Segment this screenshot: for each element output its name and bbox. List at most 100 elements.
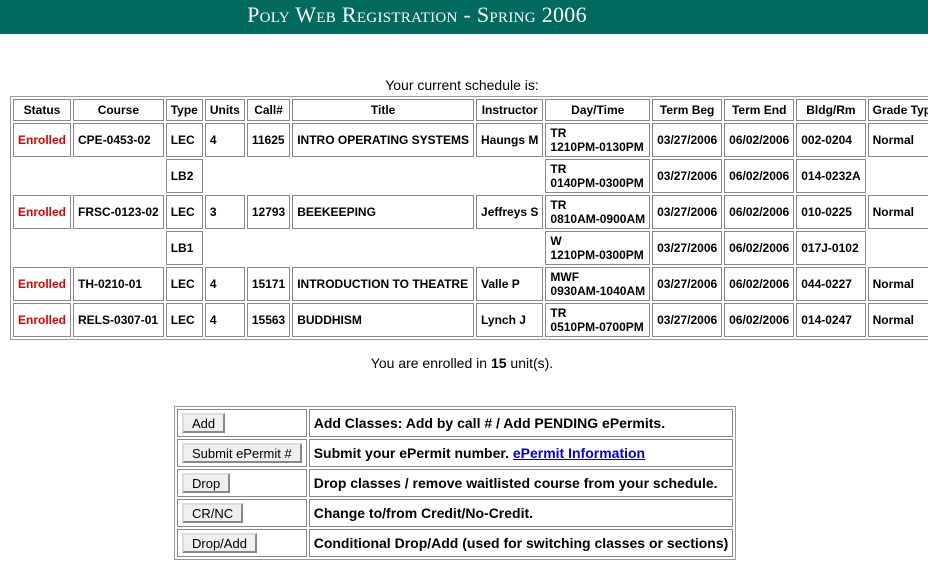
column-header-term-beg: Term Beg <box>652 99 723 121</box>
call-number-cell: 12793 <box>246 195 291 229</box>
column-header-grade-type: Grade Type <box>867 99 928 121</box>
schedule-row: LB1 W 1210PM-0300PM 03/27/2006 06/02/2006… <box>13 231 928 265</box>
daytime-cell: TR 0510PM-0700PM <box>545 303 651 337</box>
schedule-row: Enrolled TH-0210-01 LEC 4 15171 INTRODUC… <box>13 267 928 301</box>
action-row: Submit ePermit # Submit your ePermit num… <box>177 439 734 467</box>
title-cell: INTRO OPERATING SYSTEMS <box>292 123 475 157</box>
type-cell: LEC <box>165 267 203 301</box>
column-header-units: Units <box>204 99 245 121</box>
instructor-cell: Haungs M <box>476 123 544 157</box>
column-header-status: Status <box>13 99 72 121</box>
units-cell: 3 <box>204 195 245 229</box>
title-cell: BEEKEEPING <box>292 195 475 229</box>
header-banner: Poly Web Registration - Spring 2006 <box>0 0 928 34</box>
action-description-text: Submit your ePermit number. <box>313 445 509 461</box>
days-text: TR <box>550 162 567 176</box>
action-row: CR/NC Change to/from Credit/No-Credit. <box>177 499 734 527</box>
bldg-rm-cell: 044-0227 <box>796 267 866 301</box>
column-header-bldg-rm: Bldg/Rm <box>796 99 866 121</box>
action-description: Add Classes: Add by call # / Add PENDING… <box>308 409 734 437</box>
drop-button[interactable]: Drop <box>182 473 231 493</box>
bldg-rm-cell: 002-0204 <box>796 123 866 157</box>
course-cell: TH-0210-01 <box>73 267 164 301</box>
bldg-rm-cell: 010-0225 <box>796 195 866 229</box>
column-header-course: Course <box>73 99 164 121</box>
call-number-cell: 15171 <box>246 267 291 301</box>
days-text: MWF <box>550 270 580 284</box>
grade-type-cell: Normal <box>867 195 928 229</box>
action-row: Drop Drop classes / remove waitlisted co… <box>177 469 734 497</box>
days-text: TR <box>550 126 567 140</box>
title-cell: INTRODUCTION TO THEATRE <box>292 267 475 301</box>
units-cell: 4 <box>204 303 245 337</box>
schedule-table: Status Course Type Units Call# Title Ins… <box>10 96 928 340</box>
bldg-rm-cell: 017J-0102 <box>796 231 866 265</box>
title-cell: BUDDHISM <box>292 303 475 337</box>
term-beg-cell: 03/27/2006 <box>652 159 723 193</box>
daytime-cell: TR 1210PM-0130PM <box>545 123 651 157</box>
submit-epermit-button[interactable]: Submit ePermit # <box>182 443 302 463</box>
action-description: Conditional Drop/Add (used for switching… <box>308 529 734 557</box>
status-cell: Enrolled <box>13 195 72 229</box>
term-end-cell: 06/02/2006 <box>724 159 795 193</box>
term-beg-cell: 03/27/2006 <box>652 123 723 157</box>
schedule-caption: Your current schedule is: <box>385 77 539 93</box>
status-cell: Enrolled <box>13 303 72 337</box>
units-cell: 4 <box>204 123 245 157</box>
daytime-cell: W 1210PM-0300PM <box>545 231 651 265</box>
daytime-cell: TR 0140PM-0300PM <box>545 159 651 193</box>
daytime-cell: MWF 0930AM-1040AM <box>545 267 651 301</box>
column-header-daytime: Day/Time <box>545 99 651 121</box>
action-description: Submit your ePermit number. ePermit Info… <box>308 439 734 467</box>
time-text: 0510PM-0700PM <box>550 320 644 334</box>
term-end-cell: 06/02/2006 <box>724 303 795 337</box>
bldg-rm-cell: 014-0232A <box>796 159 866 193</box>
call-number-cell: 11625 <box>246 123 291 157</box>
days-text: TR <box>550 198 567 212</box>
grade-type-cell: Normal <box>867 303 928 337</box>
schedule-row: Enrolled FRSC-0123-02 LEC 3 12793 BEEKEE… <box>13 195 928 229</box>
column-header-instructor: Instructor <box>476 99 544 121</box>
actions-table: Add Add Classes: Add by call # / Add PEN… <box>174 406 737 560</box>
enrolled-units-summary: You are enrolled in 15 unit(s). <box>0 355 924 371</box>
schedule-row: Enrolled RELS-0307-01 LEC 4 15563 BUDDHI… <box>13 303 928 337</box>
action-description: Change to/from Credit/No-Credit. <box>308 499 734 527</box>
term-beg-cell: 03/27/2006 <box>652 303 723 337</box>
term-beg-cell: 03/27/2006 <box>652 231 723 265</box>
column-header-term-end: Term End <box>724 99 795 121</box>
instructor-cell: Jeffreys S <box>476 195 544 229</box>
days-text: TR <box>550 306 567 320</box>
action-row: Add Add Classes: Add by call # / Add PEN… <box>177 409 734 437</box>
type-cell: LEC <box>165 195 203 229</box>
drop-add-button[interactable]: Drop/Add <box>182 533 257 553</box>
term-end-cell: 06/02/2006 <box>724 267 795 301</box>
grade-type-cell: Normal <box>867 123 928 157</box>
schedule-header-row: Status Course Type Units Call# Title Ins… <box>13 99 928 121</box>
cr-nc-button[interactable]: CR/NC <box>182 503 244 523</box>
term-end-cell: 06/02/2006 <box>724 231 795 265</box>
time-text: 1210PM-0130PM <box>550 140 644 154</box>
action-description: Drop classes / remove waitlisted course … <box>308 469 734 497</box>
type-cell: LEC <box>165 303 203 337</box>
schedule-row: Enrolled CPE-0453-02 LEC 4 11625 INTRO O… <box>13 123 928 157</box>
epermit-information-link[interactable]: ePermit Information <box>513 445 645 461</box>
course-cell: CPE-0453-02 <box>73 123 164 157</box>
daytime-cell: TR 0810AM-0900AM <box>545 195 651 229</box>
time-text: 1210PM-0300PM <box>550 248 644 262</box>
term-beg-cell: 03/27/2006 <box>652 267 723 301</box>
time-text: 0930AM-1040AM <box>550 284 646 298</box>
units-total-value: 15 <box>490 355 507 371</box>
bldg-rm-cell: 014-0247 <box>796 303 866 337</box>
instructor-cell: Valle P <box>476 267 544 301</box>
status-cell: Enrolled <box>13 123 72 157</box>
type-cell: LB2 <box>165 159 203 193</box>
term-beg-cell: 03/27/2006 <box>652 195 723 229</box>
type-cell: LEC <box>165 123 203 157</box>
type-cell: LB1 <box>165 231 203 265</box>
course-cell: FRSC-0123-02 <box>73 195 164 229</box>
add-button[interactable]: Add <box>182 413 226 433</box>
column-header-title: Title <box>292 99 475 121</box>
units-cell: 4 <box>204 267 245 301</box>
units-summary-prefix: You are enrolled in <box>370 355 488 371</box>
instructor-cell: Lynch J <box>476 303 544 337</box>
